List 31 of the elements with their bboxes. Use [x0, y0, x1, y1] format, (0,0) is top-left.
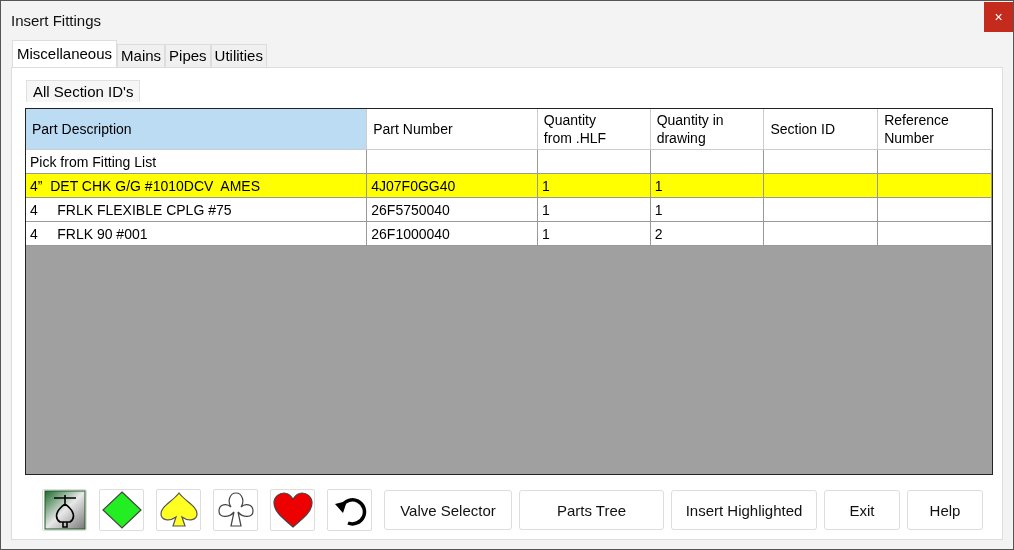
table-cell: 4J07F0GG40	[367, 174, 538, 198]
table-row[interactable]: Pick from Fitting List	[26, 150, 992, 174]
tab[interactable]: Pipes	[165, 44, 211, 67]
section-tab[interactable]: All Section ID's	[26, 80, 141, 102]
close-button[interactable]: ×	[984, 2, 1013, 32]
action-button[interactable]: Exit	[824, 490, 900, 530]
table-row[interactable]: 4” DET CHK G/G #1010DCV AMES 4J07F0GG40 1 1	[26, 174, 992, 198]
window-title: Insert Fittings	[11, 11, 102, 29]
action-button[interactable]: Insert Highlighted	[671, 490, 817, 530]
toolbar-button[interactable]	[99, 489, 144, 531]
action-button[interactable]: Help	[907, 490, 983, 530]
table-row[interactable]: 4 FRLK FLEXIBLE CPLG #75 26F5750040 1 1	[26, 198, 992, 222]
toolbar-button[interactable]	[42, 489, 87, 531]
tab[interactable]: Mains	[117, 44, 166, 67]
toolbar-button[interactable]	[213, 489, 258, 531]
toolbar-button[interactable]	[156, 489, 201, 531]
toolbar-button[interactable]	[327, 489, 372, 531]
spade-icon	[157, 490, 200, 530]
table-cell: 1	[537, 174, 651, 198]
action-button[interactable]: Parts Tree	[519, 490, 664, 530]
tab[interactable]: Utilities	[210, 44, 267, 67]
diamond-icon	[100, 490, 143, 530]
table-cell: 1	[650, 174, 765, 198]
valve-icon	[43, 490, 86, 530]
heart-icon	[271, 490, 314, 530]
tab[interactable]: Miscellaneous	[12, 40, 118, 67]
action-button[interactable]: Valve Selector	[384, 490, 512, 530]
table-row[interactable]: 4 FRLK 90 #001 26F1000040 1 2	[26, 222, 992, 246]
toolbar-button[interactable]	[270, 489, 315, 531]
column-header[interactable]: Part Description	[26, 109, 368, 150]
table-cell: 4” DET CHK G/G #1010DCV AMES	[26, 174, 368, 198]
